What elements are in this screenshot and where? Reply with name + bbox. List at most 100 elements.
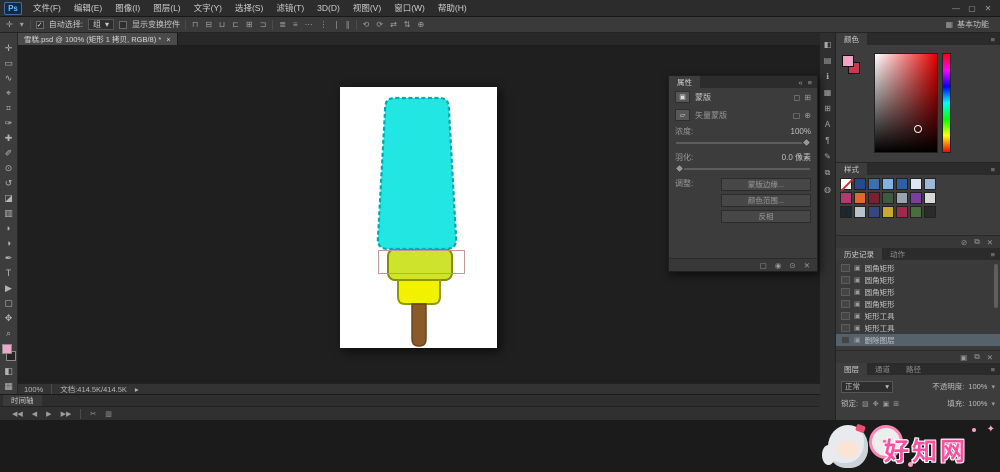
density-slider[interactable] xyxy=(676,142,810,144)
clone-source-panel-icon[interactable]: ⧉ xyxy=(825,168,831,178)
prev-frame-button[interactable]: ◀ xyxy=(32,410,37,418)
status-expand-icon[interactable]: ▸ xyxy=(135,385,139,394)
style-swatch[interactable] xyxy=(924,192,936,204)
menu-type[interactable]: 文字(Y) xyxy=(188,0,228,16)
marquee-tool[interactable]: ▭ xyxy=(1,56,17,70)
zoom-tool[interactable]: ⌕ xyxy=(1,326,17,340)
style-swatch[interactable] xyxy=(854,178,866,190)
feather-slider-knob[interactable] xyxy=(675,164,685,174)
history-brush-tool[interactable]: ↺ xyxy=(1,176,17,190)
menu-filter[interactable]: 滤镜(T) xyxy=(270,0,310,16)
panel-menu-icon[interactable]: ≡ xyxy=(991,165,995,174)
properties-panel-icon[interactable]: ℹ xyxy=(826,72,829,81)
tab-close-icon[interactable]: × xyxy=(166,35,170,44)
distribute-icon-4[interactable]: ⋮ xyxy=(319,20,329,29)
history-snapshot-box[interactable] xyxy=(841,288,850,296)
chevron-down-icon[interactable]: ▾ xyxy=(991,400,995,408)
align-hcenter-icon[interactable]: ⊞ xyxy=(245,20,254,29)
scissors-icon[interactable]: ✂ xyxy=(90,410,96,418)
panel-menu-icon[interactable]: ≡ xyxy=(991,35,995,44)
tab-actions[interactable]: 动作 xyxy=(882,248,913,260)
tab-color[interactable]: 颜色 xyxy=(836,33,867,45)
color-range-button[interactable]: 颜色范围... xyxy=(721,194,811,207)
brush-panel-icon[interactable]: ✎ xyxy=(824,152,831,161)
shape-tool[interactable]: ▢ xyxy=(1,296,17,310)
history-item[interactable]: ▣ 圆角矩形 xyxy=(836,298,1000,310)
history-item[interactable]: ▣ 圆角矩形 xyxy=(836,286,1000,298)
hand-tool[interactable]: ✥ xyxy=(1,311,17,325)
blur-tool[interactable]: ◗ xyxy=(1,221,17,235)
menu-image[interactable]: 图像(I) xyxy=(109,0,146,16)
mask-edge-button[interactable]: 蒙版边缘... xyxy=(721,178,811,191)
drag-3d-icon[interactable]: ⇄ xyxy=(389,20,398,29)
add-pixel-mask-icon-2[interactable]: ⊞ xyxy=(804,93,811,102)
panel-menu-icon[interactable]: ≡ xyxy=(991,365,995,374)
panel-menu-icon[interactable]: ≡ xyxy=(991,250,995,259)
menu-help[interactable]: 帮助(H) xyxy=(432,0,473,16)
blend-mode-dropdown[interactable]: 正常 ▾ xyxy=(841,381,893,393)
quick-select-tool[interactable]: ⌖ xyxy=(1,86,17,100)
add-vector-mask-icon-2[interactable]: ⊕ xyxy=(804,111,811,120)
align-right-icon[interactable]: ⊐ xyxy=(259,20,268,29)
style-swatch[interactable] xyxy=(924,206,936,218)
style-swatch[interactable] xyxy=(868,178,880,190)
hue-slider[interactable] xyxy=(942,53,951,153)
menu-layer[interactable]: 图层(L) xyxy=(147,0,186,16)
new-style-icon[interactable]: ⧉ xyxy=(974,237,979,247)
density-slider-knob[interactable] xyxy=(802,138,812,148)
distribute-icon-3[interactable]: ⋯ xyxy=(304,20,314,29)
lock-position-icon[interactable]: ✥ xyxy=(873,400,879,408)
timeline-tab[interactable]: 时间轴 xyxy=(3,395,42,406)
style-swatch[interactable] xyxy=(882,206,894,218)
history-item[interactable]: ▣ 矩形工具 xyxy=(836,322,1000,334)
zoom-level[interactable]: 100% xyxy=(24,385,43,394)
foreground-color-swatch[interactable] xyxy=(842,55,854,67)
panel-menu-icon[interactable]: ≡ xyxy=(808,78,812,87)
new-snapshot-icon[interactable]: ⧉ xyxy=(974,352,979,362)
auto-select-dropdown[interactable]: 组 ▾ xyxy=(88,19,114,30)
dodge-tool[interactable]: ◑ xyxy=(1,236,17,250)
history-snapshot-box[interactable] xyxy=(841,312,850,320)
gradient-tool[interactable]: ▥ xyxy=(1,206,17,220)
lock-all-icon[interactable]: ⊞ xyxy=(893,400,899,408)
tab-styles[interactable]: 样式 xyxy=(836,163,867,175)
history-snapshot-box[interactable] xyxy=(841,324,850,332)
chevron-down-icon[interactable]: ▾ xyxy=(991,383,995,391)
move-tool[interactable]: ✛ xyxy=(1,41,17,55)
crop-tool[interactable]: ⌗ xyxy=(1,101,17,115)
clone-stamp-tool[interactable]: ⊙ xyxy=(1,161,17,175)
fill-value[interactable]: 100% xyxy=(968,399,987,408)
history-snapshot-box[interactable] xyxy=(841,276,850,284)
tab-layers[interactable]: 图层 xyxy=(836,363,867,375)
menu-3d[interactable]: 3D(D) xyxy=(311,0,346,16)
notes-panel-icon[interactable]: ◍ xyxy=(824,185,831,194)
menu-view[interactable]: 视图(V) xyxy=(347,0,387,16)
history-item-selected[interactable]: ▣ 删除图层 xyxy=(836,334,1000,346)
foreground-color-swatch[interactable] xyxy=(2,344,12,354)
clear-style-icon[interactable]: ⊘ xyxy=(961,238,967,247)
invert-button[interactable]: 反相 xyxy=(721,210,811,223)
collapse-icon[interactable]: « xyxy=(798,78,802,87)
delete-style-icon[interactable]: ✕ xyxy=(987,238,993,247)
menu-edit[interactable]: 编辑(E) xyxy=(68,0,108,16)
history-scrollbar[interactable] xyxy=(994,264,998,308)
style-swatch[interactable] xyxy=(854,206,866,218)
slide-3d-icon[interactable]: ⇅ xyxy=(403,20,412,29)
artboard[interactable] xyxy=(340,87,497,348)
history-item[interactable]: ▣ 矩形工具 xyxy=(836,310,1000,322)
add-pixel-mask-icon[interactable]: ◻ xyxy=(794,93,801,102)
screen-mode-icon[interactable]: ▦ xyxy=(1,379,17,393)
adjustments-panel-icon[interactable]: ◧ xyxy=(824,40,832,49)
apply-mask-icon[interactable]: ◉ xyxy=(775,261,782,270)
style-swatch[interactable] xyxy=(868,192,880,204)
delete-state-icon[interactable]: ✕ xyxy=(987,353,993,362)
align-vcenter-icon[interactable]: ⊟ xyxy=(204,20,213,29)
style-swatch[interactable] xyxy=(882,192,894,204)
style-swatch[interactable] xyxy=(924,178,936,190)
workspace-switcher[interactable]: ▦ 基本功能 xyxy=(938,19,995,30)
auto-select-checkbox[interactable]: ✓ xyxy=(36,21,44,29)
lock-transparency-icon[interactable]: ▨ xyxy=(862,400,869,408)
tab-channels[interactable]: 通道 xyxy=(867,363,898,375)
brush-tool[interactable]: ✐ xyxy=(1,146,17,160)
info-panel-icon[interactable]: ▤ xyxy=(824,56,832,65)
